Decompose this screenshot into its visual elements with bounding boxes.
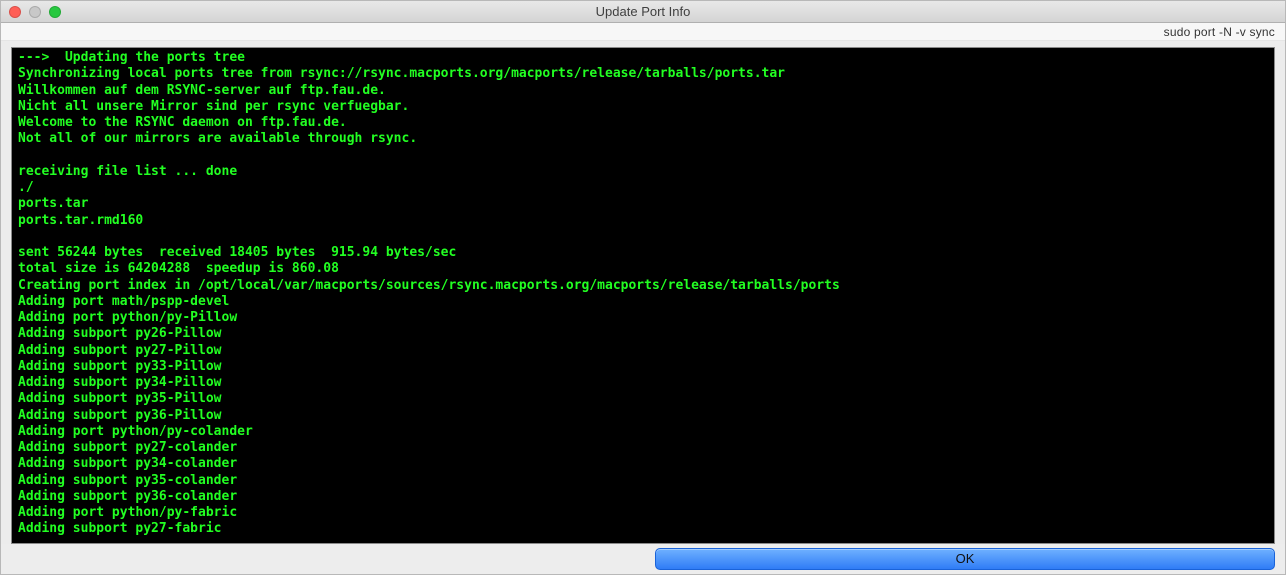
terminal-line: Adding subport py36-colander <box>18 489 1268 505</box>
terminal-line: Not all of our mirrors are available thr… <box>18 131 1268 147</box>
minimize-icon[interactable] <box>29 6 41 18</box>
terminal-line: total size is 64204288 speedup is 860.08 <box>18 261 1268 277</box>
terminal-line: Adding subport py34-colander <box>18 456 1268 472</box>
bottom-bar: OK <box>1 544 1285 574</box>
terminal-line: Adding subport py35-Pillow <box>18 391 1268 407</box>
terminal-line: Adding subport py26-Pillow <box>18 326 1268 342</box>
content-area: ---> Updating the ports treeSynchronizin… <box>1 41 1285 544</box>
terminal-line: ./ <box>18 180 1268 196</box>
terminal-line <box>18 229 1268 245</box>
terminal-line: Adding port python/py-Pillow <box>18 310 1268 326</box>
terminal-line: Synchronizing local ports tree from rsyn… <box>18 66 1268 82</box>
app-window: Update Port Info sudo port -N -v sync --… <box>0 0 1286 575</box>
terminal-line: Adding port python/py-colander <box>18 424 1268 440</box>
terminal-line: Adding port python/py-fabric <box>18 505 1268 521</box>
terminal-line: Adding subport py27-Pillow <box>18 343 1268 359</box>
terminal-line: Creating port index in /opt/local/var/ma… <box>18 278 1268 294</box>
titlebar: Update Port Info <box>1 1 1285 23</box>
terminal-line: ports.tar.rmd160 <box>18 213 1268 229</box>
terminal-line: Willkommen auf dem RSYNC-server auf ftp.… <box>18 83 1268 99</box>
terminal-line: Welcome to the RSYNC daemon on ftp.fau.d… <box>18 115 1268 131</box>
ok-button[interactable]: OK <box>655 548 1275 570</box>
zoom-icon[interactable] <box>49 6 61 18</box>
terminal-line: Nicht all unsere Mirror sind per rsync v… <box>18 99 1268 115</box>
close-icon[interactable] <box>9 6 21 18</box>
command-info-row: sudo port -N -v sync <box>1 23 1285 41</box>
terminal-frame: ---> Updating the ports treeSynchronizin… <box>11 47 1275 544</box>
terminal-line: Adding subport py35-colander <box>18 473 1268 489</box>
terminal-line: ports.tar <box>18 196 1268 212</box>
terminal-line: ---> Updating the ports tree <box>18 50 1268 66</box>
terminal-line <box>18 148 1268 164</box>
ok-button-label: OK <box>956 551 975 566</box>
terminal-line: Adding port math/pspp-devel <box>18 294 1268 310</box>
terminal-line: Adding subport py33-Pillow <box>18 359 1268 375</box>
command-text: sudo port -N -v sync <box>1164 25 1275 39</box>
traffic-lights <box>9 6 61 18</box>
terminal-line: Adding subport py27-fabric <box>18 521 1268 537</box>
window-title: Update Port Info <box>1 4 1285 19</box>
terminal-line: Adding subport py27-colander <box>18 440 1268 456</box>
terminal-line: Adding subport py34-Pillow <box>18 375 1268 391</box>
terminal-output[interactable]: ---> Updating the ports treeSynchronizin… <box>12 48 1274 543</box>
terminal-line: receiving file list ... done <box>18 164 1268 180</box>
terminal-line: sent 56244 bytes received 18405 bytes 91… <box>18 245 1268 261</box>
terminal-line: Adding subport py36-Pillow <box>18 408 1268 424</box>
